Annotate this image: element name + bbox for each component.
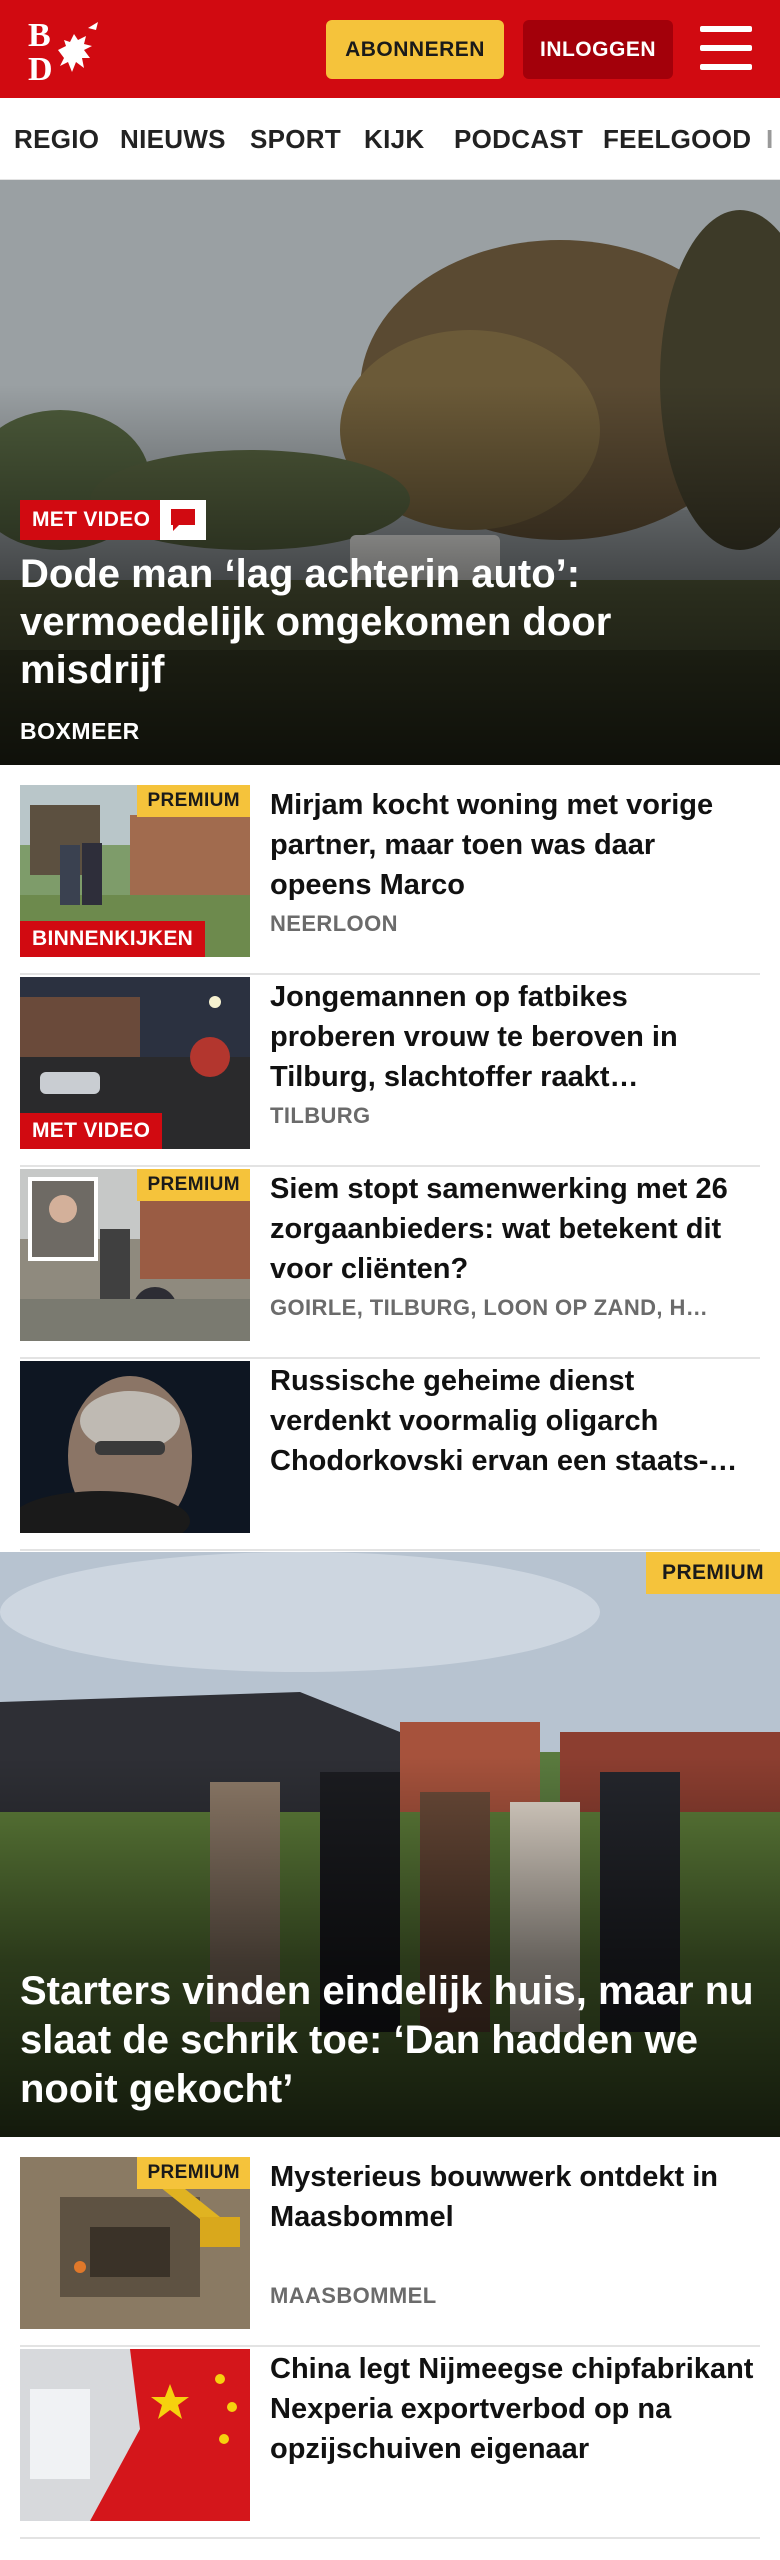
premium-badge: PREMIUM — [137, 785, 250, 817]
nav-item-overflow[interactable]: I — [766, 124, 774, 155]
hero-location: BOXMEER — [20, 718, 140, 744]
login-button[interactable]: INLOGGEN — [523, 20, 673, 79]
premium-badge: PREMIUM — [137, 1169, 250, 1201]
nav-item-nieuws[interactable]: NIEUWS — [120, 124, 226, 155]
article-location: NEERLOON — [270, 911, 398, 936]
article-title[interactable]: China legt Nijmeegse chipfabri­kant Nexp… — [270, 2349, 760, 2469]
hero-article[interactable]: MET VIDEO Dode man ‘lag achterin auto’: … — [0, 180, 780, 765]
nav-item-regio[interactable]: REGIO — [14, 124, 99, 155]
feature-article[interactable]: PREMIUM Starters vinden eindelijk huis, … — [0, 1552, 780, 2137]
list-item[interactable]: China legt Nijmeegse chipfabri­kant Nexp… — [20, 2349, 760, 2539]
svg-text:B: B — [28, 17, 51, 54]
nav-item-podcast[interactable]: PODCAST — [454, 124, 583, 155]
article-thumbnail: MET VIDEO — [20, 977, 250, 1149]
subscribe-button[interactable]: ABONNEREN — [326, 20, 504, 79]
article-title[interactable]: Russische geheime dienst verdenkt voorma… — [270, 1361, 760, 1481]
article-thumbnail: PREMIUM — [20, 1169, 250, 1341]
top-header: B D ABONNEREN INLOGGEN — [0, 0, 780, 98]
nav-item-sport[interactable]: SPORT — [250, 124, 341, 155]
list-item[interactable]: MET VIDEO Jongemannen op fatbikes prober… — [20, 977, 760, 1167]
article-title[interactable]: Jongemannen op fatbikes proberen vrouw t… — [270, 977, 760, 1097]
article-thumbnail — [20, 2349, 250, 2521]
premium-badge: PREMIUM — [137, 2157, 250, 2189]
article-thumbnail — [20, 1361, 250, 1533]
feature-title[interactable]: Starters vinden eindelijk huis, maar nu … — [20, 1967, 770, 2114]
list-item[interactable]: PREMIUM BINNENKIJKEN Mirjam kocht woning… — [20, 785, 760, 975]
article-location: MAASBOMMEL — [270, 2283, 437, 2308]
nav-item-feelgood[interactable]: FEELGOOD — [603, 124, 751, 155]
hero-title[interactable]: Dode man ‘lag achterin auto’: vermoedeli… — [20, 550, 760, 694]
list-item[interactable]: PREMIUM Mysterieus bouwwerk ontdekt in M… — [20, 2157, 760, 2347]
binnenkijken-badge: BINNENKIJKEN — [20, 921, 206, 957]
svg-text:D: D — [28, 51, 53, 84]
article-title[interactable]: Mysterieus bouwwerk ontdekt in Maasbomme… — [270, 2157, 760, 2237]
premium-badge: PREMIUM — [646, 1552, 780, 1594]
hamburger-menu-icon[interactable] — [700, 26, 752, 70]
article-title[interactable]: Siem stopt samenwerking met 26 zorgaanbi… — [270, 1169, 760, 1289]
article-thumbnail: PREMIUM BINNENKIJKEN — [20, 785, 250, 957]
article-title[interactable]: Mirjam kocht woning met vorige partner, … — [270, 785, 760, 905]
list-item[interactable]: Russische geheime dienst verdenkt voorma… — [20, 1361, 760, 1551]
list-item[interactable]: PREMIUM Siem stopt samenwerking met 26 z… — [20, 1169, 760, 1359]
comment-icon[interactable] — [160, 500, 206, 540]
section-nav: REGIO NIEUWS SPORT KIJK PODCAST FEELGOOD… — [0, 98, 780, 180]
article-thumbnail: PREMIUM — [20, 2157, 250, 2329]
video-badge: MET VIDEO — [20, 1113, 163, 1149]
bd-logo[interactable]: B D — [26, 16, 122, 88]
article-location: TILBURG — [270, 1103, 371, 1128]
nav-item-kijk[interactable]: KIJK — [364, 124, 424, 155]
video-badge: MET VIDEO — [20, 500, 163, 540]
article-location: GOIRLE, TILBURG, LOON OP ZAND, H… — [270, 1295, 709, 1320]
